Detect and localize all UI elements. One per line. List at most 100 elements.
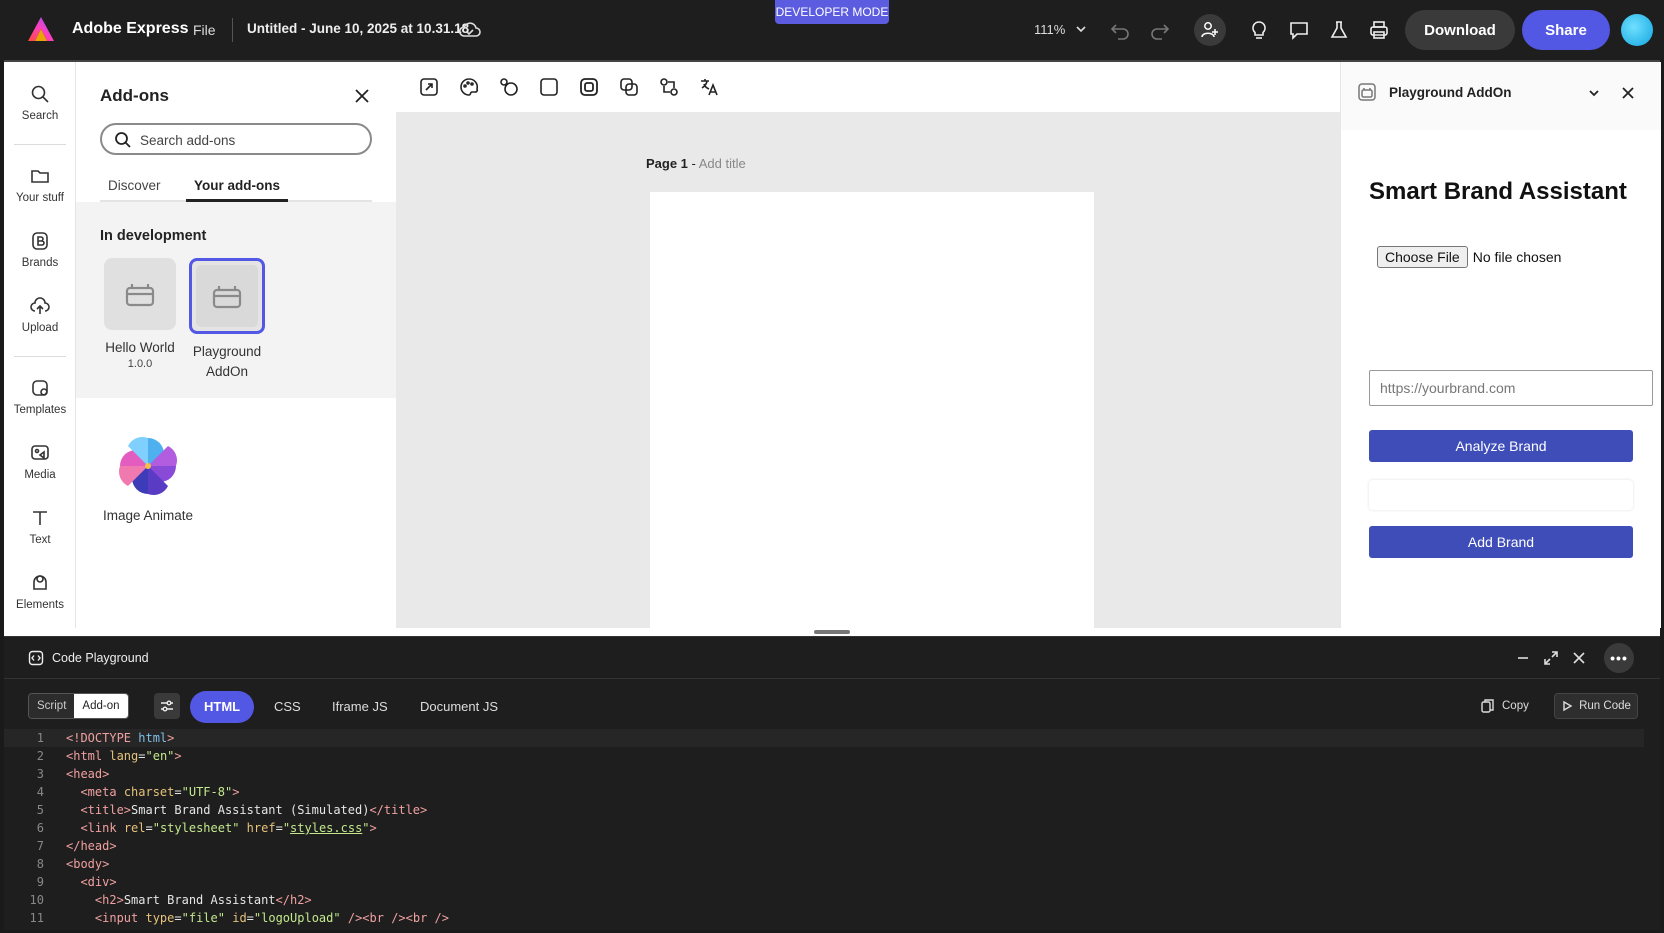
search-input[interactable] <box>140 130 360 150</box>
search-icon <box>115 132 131 148</box>
expand-icon[interactable] <box>1542 649 1560 667</box>
logo-upload[interactable]: Choose File No file chosen <box>1377 246 1561 268</box>
elements-icon <box>33 575 47 590</box>
share-button[interactable]: Share <box>1522 10 1610 50</box>
rail-item-your-stuff[interactable]: Your stuff <box>4 166 76 204</box>
resize-handle[interactable] <box>814 630 850 634</box>
rail-item-brands[interactable]: Brands <box>4 231 76 269</box>
rail-item-text[interactable]: Text <box>4 508 76 546</box>
page-number: Page 1 <box>646 156 688 171</box>
document-title[interactable]: Untitled - June 10, 2025 at 10.31.18 <box>247 21 469 36</box>
tab-your-addons[interactable]: Your add-ons <box>186 178 288 202</box>
more-options-icon[interactable]: ••• <box>1604 643 1634 673</box>
tab-discover[interactable]: Discover <box>100 178 169 199</box>
file-status: No file chosen <box>1472 249 1562 265</box>
invite-icon[interactable] <box>1194 14 1226 46</box>
addon-panel-header: Playground AddOn <box>1341 62 1661 130</box>
addon-card-image-animate[interactable]: Image Animate <box>100 434 196 526</box>
line-number: 8 <box>36 857 44 871</box>
website-url-input[interactable] <box>1369 370 1653 406</box>
download-button[interactable]: Download <box>1405 10 1515 50</box>
chevron-down-icon[interactable] <box>1074 22 1088 36</box>
app-name[interactable]: Adobe Express <box>72 20 188 38</box>
minimize-icon[interactable] <box>1514 649 1532 667</box>
line-number: 11 <box>29 911 44 925</box>
page-label: Page 1 - Add title <box>646 156 746 171</box>
addon-card-playground[interactable]: Playground AddOn <box>189 258 265 382</box>
zoom-level[interactable]: 111% <box>1034 22 1065 37</box>
redo-icon[interactable] <box>1147 17 1173 43</box>
rail-item-elements[interactable]: Elements <box>4 573 76 611</box>
run-label: Run Code <box>1579 700 1631 712</box>
file-menu[interactable]: File <box>193 22 216 38</box>
tab-iframe-js[interactable]: Iframe JS <box>318 691 402 723</box>
line-number: 1 <box>36 731 44 745</box>
close-icon[interactable] <box>1619 84 1637 102</box>
undo-icon[interactable] <box>1107 17 1133 43</box>
close-icon[interactable] <box>352 86 372 106</box>
tab-document-js[interactable]: Document JS <box>406 691 512 723</box>
addon-icon <box>212 286 242 309</box>
rectangle-icon[interactable] <box>538 76 560 98</box>
copy-button[interactable]: Copy <box>1480 693 1529 719</box>
rail-item-media[interactable]: Media <box>4 443 76 481</box>
chevron-down-icon[interactable] <box>1587 86 1601 100</box>
playground-title: Code Playground <box>52 651 149 665</box>
add-brand-button[interactable]: Add Brand <box>1369 526 1633 558</box>
code-line: 1 <!DOCTYPE html> <box>4 729 1644 747</box>
tab-css[interactable]: CSS <box>260 691 315 723</box>
design-page[interactable] <box>650 192 1094 628</box>
rail-item-search[interactable]: Search <box>4 84 76 122</box>
analyze-brand-button[interactable]: Analyze Brand <box>1369 430 1633 462</box>
rail-label: Text <box>29 534 51 546</box>
code-line: 5 <title>Smart Brand Assistant (Simulate… <box>4 801 1644 819</box>
left-rail: Search Your stuff Brands Upload Template… <box>4 62 76 628</box>
addons-panel: Add-ons Discover Your add-ons In develop… <box>76 62 396 628</box>
upload-icon <box>30 297 50 314</box>
addon-name: Image Animate <box>102 508 194 523</box>
cloud-sync-icon[interactable] <box>458 19 482 41</box>
rail-label: Elements <box>16 599 64 611</box>
playground-toolbar: Script Add-on HTML CSS Iframe JS Documen… <box>4 679 1660 729</box>
choose-file-button[interactable]: Choose File <box>1377 246 1468 268</box>
addon-tile[interactable] <box>104 258 176 330</box>
code-playground: Code Playground ••• Script Add-on HTML C… <box>4 636 1660 930</box>
rail-label: Media <box>24 469 56 481</box>
palette-icon[interactable] <box>458 76 480 98</box>
line-number: 7 <box>36 839 44 853</box>
avatar[interactable] <box>1621 14 1653 46</box>
mode-script[interactable]: Script <box>29 694 75 718</box>
frame-icon[interactable] <box>578 76 600 98</box>
comment-icon[interactable] <box>1286 17 1312 43</box>
settings-sliders-icon[interactable] <box>154 693 180 719</box>
brand-icon <box>32 232 48 250</box>
resize-icon[interactable] <box>418 76 440 98</box>
code-editor[interactable]: 1 <!DOCTYPE html> 2 <html lang="en"> 3 <hea… <box>4 729 1660 929</box>
flask-icon[interactable] <box>1326 17 1352 43</box>
mode-addon[interactable]: Add-on <box>74 694 128 718</box>
code-text: <title>Smart Brand Assistant (Simulated)… <box>80 803 428 817</box>
run-code-button[interactable]: Run Code <box>1554 693 1638 719</box>
translate-icon[interactable] <box>698 76 720 98</box>
addon-tile-selected[interactable] <box>189 258 265 334</box>
tab-html[interactable]: HTML <box>190 691 255 723</box>
addon-iframe: Smart Brand Assistant Choose File No fil… <box>1341 130 1661 628</box>
lightbulb-icon[interactable] <box>1246 17 1272 43</box>
rail-item-upload[interactable]: Upload <box>4 296 76 334</box>
rail-item-templates[interactable]: Templates <box>4 378 76 416</box>
adobe-express-logo[interactable] <box>28 17 54 41</box>
canvas-area: Page 1 - Add title <box>396 62 1340 628</box>
layers-icon[interactable] <box>618 76 640 98</box>
text-icon <box>33 511 47 525</box>
code-text: <input type="url" id="websiteUrl" placeh… <box>66 927 702 929</box>
shapes-icon[interactable] <box>498 76 520 98</box>
addon-card-hello-world[interactable]: Hello World 1.0.0 <box>104 258 176 370</box>
addon-panel-title: Playground AddOn <box>1389 85 1512 100</box>
add-title-link[interactable]: Add title <box>699 156 746 171</box>
swap-icon[interactable] <box>658 76 680 98</box>
print-icon[interactable] <box>1366 17 1392 43</box>
media-icon <box>31 445 49 460</box>
close-icon[interactable] <box>1570 649 1588 667</box>
code-text: <div> <box>80 875 117 889</box>
copy-icon <box>1481 699 1494 713</box>
